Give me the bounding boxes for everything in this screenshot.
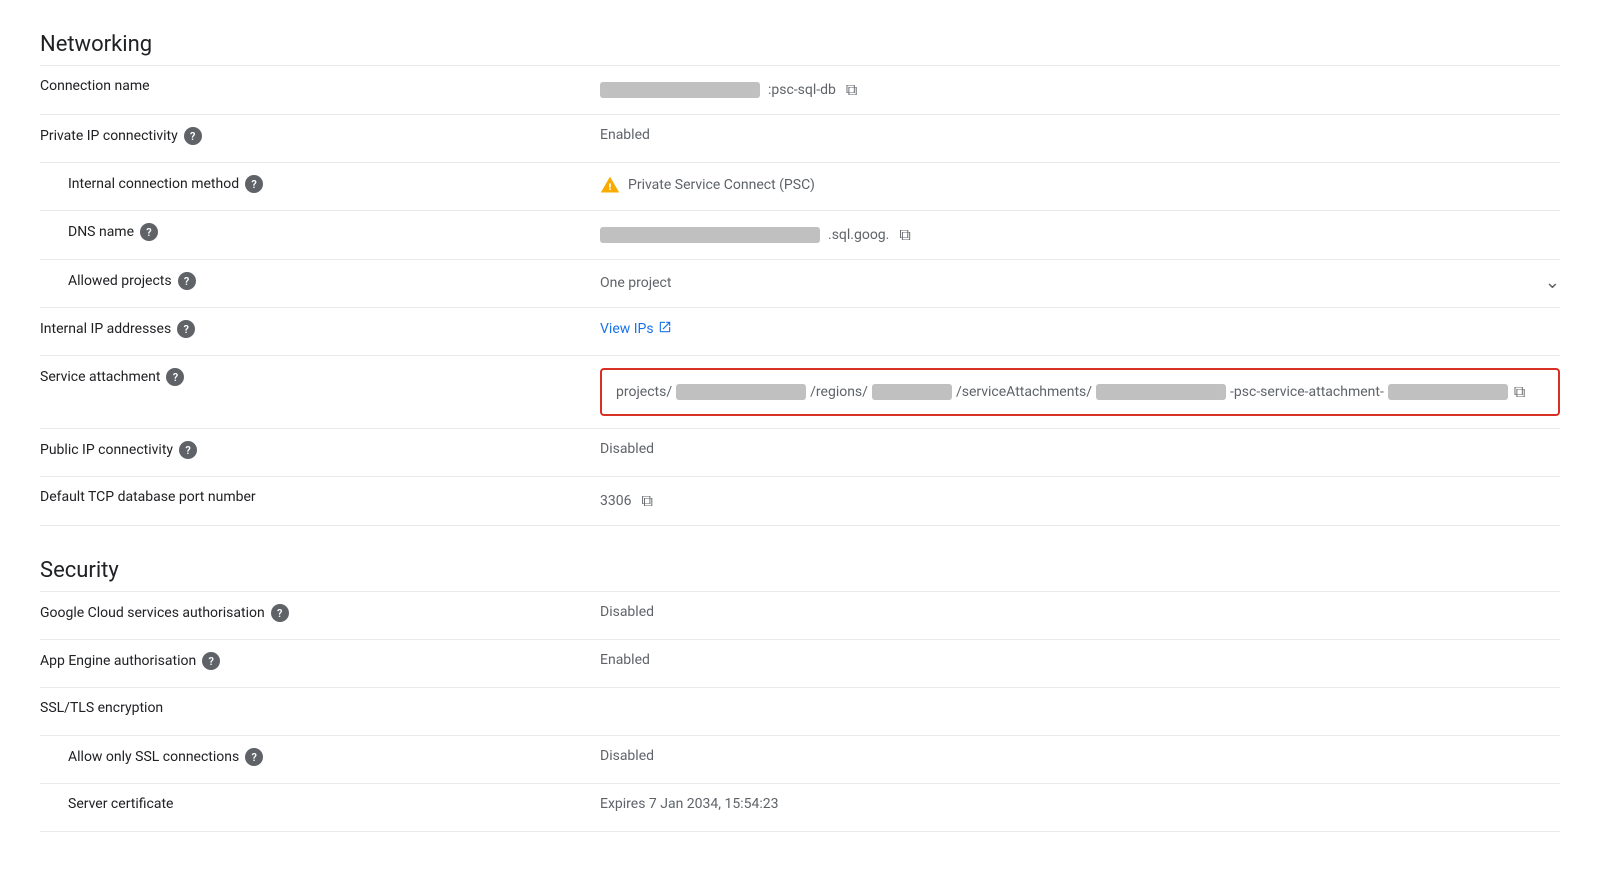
gcloud-auth-value: Disabled — [600, 604, 1560, 620]
appengine-auth-value: Enabled — [600, 652, 1560, 668]
tcp-port-value: 3306 ⧉ — [600, 489, 1560, 513]
sa-redacted2 — [872, 384, 952, 400]
appengine-auth-label: App Engine authorisation ? — [40, 652, 600, 670]
internal-ip-help-icon[interactable]: ? — [177, 320, 195, 338]
tcp-port-label: Default TCP database port number — [40, 489, 600, 505]
ssl-connections-label: Allow only SSL connections ? — [40, 748, 600, 766]
tcp-port-copy-icon[interactable]: ⧉ — [639, 489, 654, 513]
server-cert-label: Server certificate — [40, 796, 600, 812]
ssl-connections-value: Disabled — [600, 748, 1560, 764]
view-ips-link[interactable]: View IPs — [600, 320, 672, 338]
allowed-projects-help-icon[interactable]: ? — [178, 272, 196, 290]
server-cert-row: Server certificate Expires 7 Jan 2034, 1… — [40, 784, 1560, 832]
sa-middle1: /regions/ — [810, 384, 868, 400]
connection-name-label: Connection name — [40, 78, 600, 94]
ssl-tls-row: SSL/TLS encryption — [40, 688, 1560, 736]
internal-connection-label: Internal connection method ? — [40, 175, 600, 193]
security-section: Security Google Cloud services authorisa… — [40, 558, 1560, 832]
sa-prefix: projects/ — [616, 384, 672, 400]
allowed-projects-value: One project ⌄ — [600, 272, 1560, 293]
networking-title: Networking — [40, 32, 1560, 57]
private-ip-help-icon[interactable]: ? — [184, 127, 202, 145]
gcloud-auth-label: Google Cloud services authorisation ? — [40, 604, 600, 622]
dns-name-row: DNS name ? .sql.goog. ⧉ — [40, 211, 1560, 260]
connection-name-suffix: :psc-sql-db — [768, 82, 836, 98]
security-title: Security — [40, 558, 1560, 583]
service-attachment-text: projects/ /regions/ /serviceAttachments/… — [616, 380, 1544, 404]
sa-middle2: /serviceAttachments/ — [956, 384, 1092, 400]
dns-name-help-icon[interactable]: ? — [140, 223, 158, 241]
sa-suffix: -psc-service-attachment- — [1230, 384, 1384, 400]
service-attachment-label: Service attachment ? — [40, 368, 600, 386]
private-ip-row: Private IP connectivity ? Enabled — [40, 115, 1560, 163]
internal-ip-value: View IPs — [600, 320, 1560, 338]
sa-redacted3 — [1096, 384, 1226, 400]
dns-name-suffix: .sql.goog. — [828, 227, 889, 243]
internal-connection-row: Internal connection method ? Private Ser… — [40, 163, 1560, 211]
public-ip-label: Public IP connectivity ? — [40, 441, 600, 459]
service-attachment-value: projects/ /regions/ /serviceAttachments/… — [600, 368, 1560, 416]
allowed-projects-label: Allowed projects ? — [40, 272, 600, 290]
warning-icon — [600, 175, 620, 195]
connection-name-row: Connection name :psc-sql-db ⧉ — [40, 66, 1560, 115]
allowed-projects-row: Allowed projects ? One project ⌄ — [40, 260, 1560, 308]
dns-name-label: DNS name ? — [40, 223, 600, 241]
public-ip-row: Public IP connectivity ? Disabled — [40, 429, 1560, 477]
external-link-icon — [658, 320, 672, 338]
private-ip-label: Private IP connectivity ? — [40, 127, 600, 145]
connection-name-redacted — [600, 82, 760, 98]
internal-ip-label: Internal IP addresses ? — [40, 320, 600, 338]
service-attachment-box: projects/ /regions/ /serviceAttachments/… — [600, 368, 1560, 416]
internal-connection-help-icon[interactable]: ? — [245, 175, 263, 193]
ssl-connections-help-icon[interactable]: ? — [245, 748, 263, 766]
service-attachment-row: Service attachment ? projects/ /regions/… — [40, 356, 1560, 429]
tcp-port-row: Default TCP database port number 3306 ⧉ — [40, 477, 1560, 526]
connection-name-copy-icon[interactable]: ⧉ — [844, 78, 859, 102]
dns-name-value: .sql.goog. ⧉ — [600, 223, 1560, 247]
ssl-tls-label: SSL/TLS encryption — [40, 700, 600, 716]
internal-connection-value: Private Service Connect (PSC) — [600, 175, 1560, 195]
dns-name-copy-icon[interactable]: ⧉ — [897, 223, 912, 247]
server-cert-value: Expires 7 Jan 2034, 15:54:23 — [600, 796, 1560, 812]
service-attachment-help-icon[interactable]: ? — [166, 368, 184, 386]
gcloud-auth-help-icon[interactable]: ? — [271, 604, 289, 622]
connection-name-value: :psc-sql-db ⧉ — [600, 78, 1560, 102]
public-ip-help-icon[interactable]: ? — [179, 441, 197, 459]
dns-name-redacted — [600, 227, 820, 243]
internal-ip-row: Internal IP addresses ? View IPs — [40, 308, 1560, 356]
sa-redacted1 — [676, 384, 806, 400]
public-ip-value: Disabled — [600, 441, 1560, 457]
networking-section: Networking Connection name :psc-sql-db ⧉… — [40, 32, 1560, 526]
appengine-auth-row: App Engine authorisation ? Enabled — [40, 640, 1560, 688]
service-attachment-copy-icon[interactable]: ⧉ — [1512, 380, 1527, 404]
allowed-projects-expand-icon[interactable]: ⌄ — [1545, 272, 1560, 293]
ssl-connections-row: Allow only SSL connections ? Disabled — [40, 736, 1560, 784]
gcloud-auth-row: Google Cloud services authorisation ? Di… — [40, 592, 1560, 640]
private-ip-value: Enabled — [600, 127, 1560, 143]
appengine-auth-help-icon[interactable]: ? — [202, 652, 220, 670]
sa-redacted4 — [1388, 384, 1508, 400]
